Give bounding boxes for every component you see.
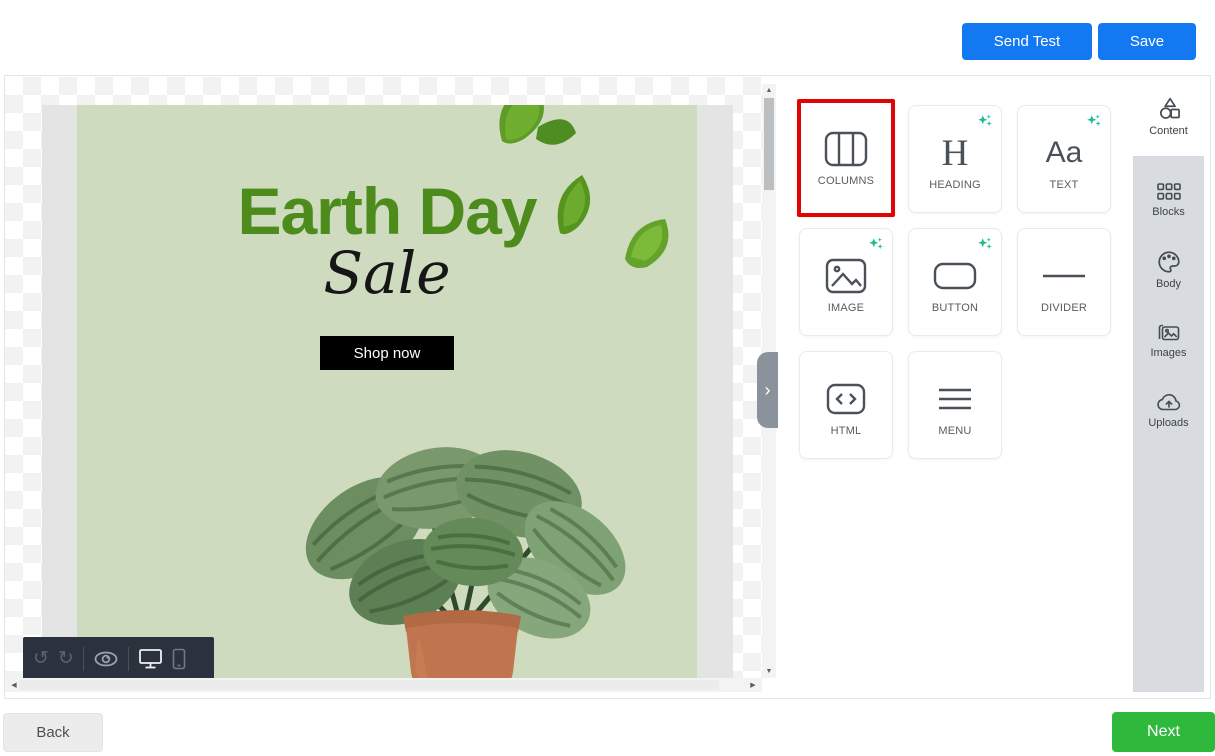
email-document[interactable]: Earth Day Sale Shop now [42,105,733,678]
email-subheading-text[interactable]: Sale [77,242,697,306]
image-icon [825,255,867,297]
leaf-decoration-icon [472,105,582,167]
rail-item-images[interactable]: Images [1133,310,1204,368]
block-tile-text[interactable]: Aa TEXT [1017,105,1111,213]
blocks-icon [1156,181,1182,203]
rail-item-uploads[interactable]: Uploads [1133,380,1204,438]
horizontal-scrollbar[interactable]: ◀ ▶ [5,678,762,692]
rail-item-body[interactable]: Body [1133,240,1204,298]
block-tile-image[interactable]: IMAGE [799,228,893,336]
mobile-view-icon[interactable] [172,648,186,670]
email-body-block[interactable]: Earth Day Sale Shop now [77,105,697,678]
preview-eye-icon[interactable] [93,649,119,669]
rail-item-content[interactable]: Content [1133,77,1204,156]
block-tile-menu[interactable]: MENU [908,351,1002,459]
canvas-toolbar: ↺ ↻ [23,637,214,678]
button-icon [933,255,977,297]
columns-icon [824,128,868,170]
desktop-view-icon[interactable] [138,648,163,670]
redo-icon[interactable]: ↻ [58,649,74,668]
vertical-scroll-thumb[interactable] [764,98,774,190]
ai-sparkle-icon [976,236,994,254]
ai-sparkle-icon [976,113,994,131]
email-heading-text[interactable]: Earth Day [77,177,697,246]
content-blocks-panel: COLUMNS H HEADING [777,77,1133,692]
right-nav-rail: Content Blocks [1133,77,1204,692]
body-icon [1156,249,1182,275]
scroll-right-icon[interactable]: ▶ [746,681,760,689]
shop-now-button[interactable]: Shop now [320,336,454,370]
scroll-up-icon[interactable]: ▲ [762,87,776,94]
content-icon [1156,96,1182,122]
email-canvas[interactable]: Earth Day Sale Shop now [5,77,762,678]
send-test-button[interactable]: Send Test [962,23,1092,60]
chevron-right-icon: › [765,380,771,401]
menu-icon [935,378,975,420]
block-tile-columns[interactable]: COLUMNS [797,99,895,217]
rail-item-blocks[interactable]: Blocks [1133,170,1204,228]
panel-collapse-tab[interactable]: › [757,352,778,428]
divider-icon [1042,255,1086,297]
block-tile-html[interactable]: HTML [799,351,893,459]
leaf-decoration-icon [552,173,600,237]
undo-icon[interactable]: ↺ [33,649,49,668]
block-tile-heading[interactable]: H HEADING [908,105,1002,213]
uploads-icon [1155,390,1183,414]
leaf-decoration-icon [621,215,677,275]
ai-sparkle-icon [867,236,885,254]
block-tile-button[interactable]: BUTTON [908,228,1002,336]
save-button[interactable]: Save [1098,23,1196,60]
toolbar-divider [128,647,129,671]
html-icon [826,378,866,420]
heading-icon: H [942,132,969,174]
bottom-bar: Back Next [0,700,1215,756]
block-tile-divider[interactable]: DIVIDER [1017,228,1111,336]
horizontal-scroll-thumb[interactable] [19,680,719,690]
text-icon: Aa [1046,132,1083,174]
ai-sparkle-icon [1085,113,1103,131]
next-button[interactable]: Next [1112,712,1215,752]
potted-plant-image [287,430,637,678]
images-icon [1156,320,1182,344]
scroll-down-icon[interactable]: ▼ [762,668,776,675]
back-button[interactable]: Back [3,713,103,752]
toolbar-divider [83,647,84,671]
top-bar: Send Test Save [4,4,1211,76]
email-builder-app: Send Test Save Earth Day Sale Shop now [0,0,1215,756]
